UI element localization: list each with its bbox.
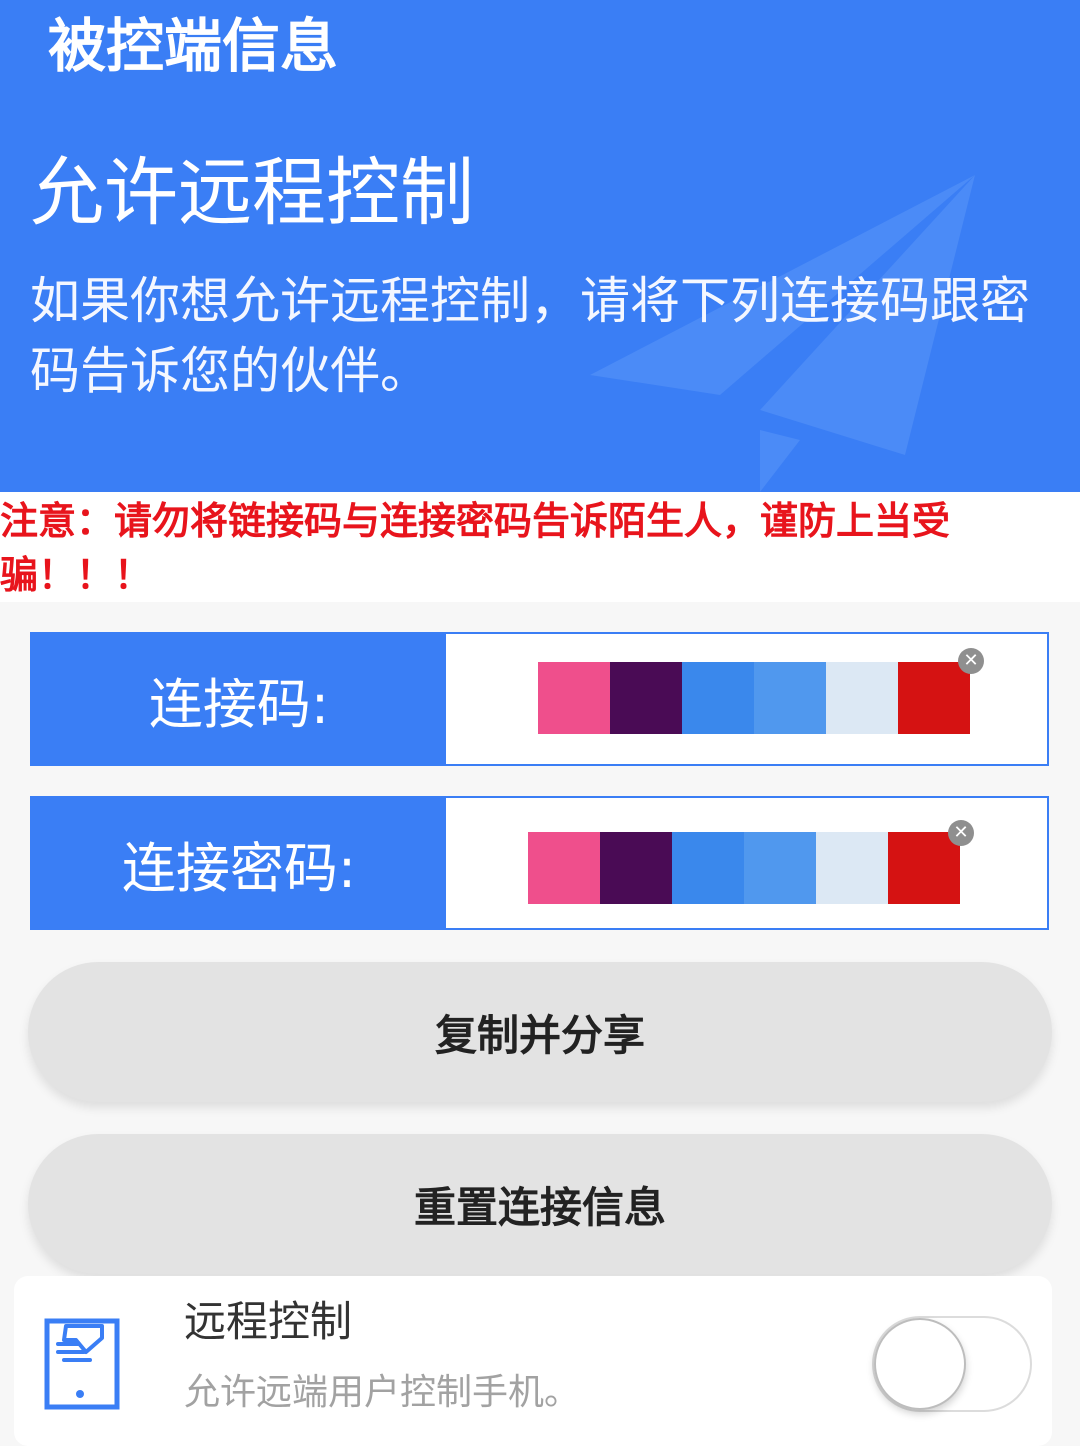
warning-text: 注意：请勿将链接码与连接密码告诉陌生人，谨防上当受骗！！！	[0, 492, 1080, 602]
redaction-swatch	[888, 832, 960, 904]
close-icon[interactable]: ✕	[948, 820, 974, 846]
redaction-swatch	[816, 832, 888, 904]
connection-password-redaction	[528, 832, 960, 904]
redaction-swatch	[682, 662, 754, 734]
remote-control-card: 远程控制 允许远端用户控制手机。	[14, 1276, 1052, 1446]
connection-code-value[interactable]: ✕	[446, 634, 1047, 764]
redaction-swatch	[826, 662, 898, 734]
redaction-swatch	[898, 662, 970, 734]
remote-control-subtitle: 允许远端用户控制手机。	[184, 1372, 581, 1413]
phone-hand-icon	[44, 1318, 120, 1410]
connection-password-value[interactable]: ✕	[446, 798, 1047, 928]
toggle-knob	[874, 1318, 966, 1410]
connection-code-row: 连接码: ✕	[30, 632, 1049, 766]
connection-code-redaction	[538, 662, 970, 734]
redaction-swatch	[528, 832, 600, 904]
copy-share-button[interactable]: 复制并分享	[28, 962, 1052, 1102]
redaction-swatch	[744, 832, 816, 904]
connection-code-label: 连接码:	[32, 634, 446, 764]
reset-connection-button[interactable]: 重置连接信息	[28, 1134, 1052, 1274]
redaction-swatch	[754, 662, 826, 734]
redaction-swatch	[600, 832, 672, 904]
remote-control-toggle[interactable]	[872, 1316, 1032, 1412]
redaction-swatch	[610, 662, 682, 734]
hero-description: 如果你想允许远程控制，请将下列连接码跟密码告诉您的伙伴。	[30, 272, 1030, 400]
hero-title: 允许远程控制	[30, 150, 474, 236]
redaction-swatch	[538, 662, 610, 734]
remote-control-title: 远程控制	[184, 1297, 353, 1346]
page-title: 被控端信息	[48, 12, 339, 80]
header-banner: 被控端信息 允许远程控制 如果你想允许远程控制，请将下列连接码跟密码告诉您的伙伴…	[0, 0, 1080, 492]
close-icon[interactable]: ✕	[958, 648, 984, 674]
redaction-swatch	[672, 832, 744, 904]
connection-password-row: 连接密码: ✕	[30, 796, 1049, 930]
connection-password-label: 连接密码:	[32, 798, 446, 928]
